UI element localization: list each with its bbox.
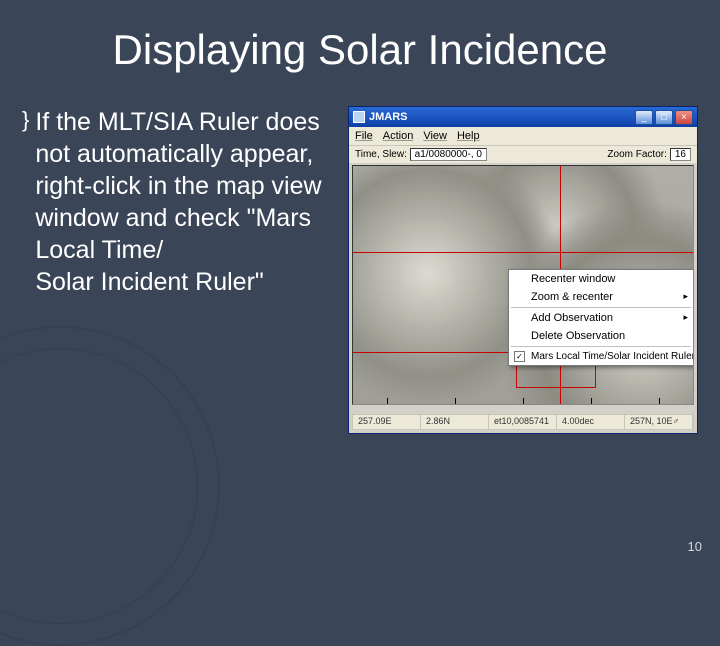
context-menu: Recenter window Zoom & recenter Add Obse… [508,269,694,366]
menu-zoom-recenter[interactable]: Zoom & recenter [509,288,693,306]
slide-number: 10 [688,539,702,554]
app-title: JMARS [369,111,631,123]
menu-help[interactable]: Help [457,130,480,142]
slide-title: Displaying Solar Incidence [0,26,720,74]
maximize-button[interactable]: □ [655,110,673,125]
app-window: JMARS _ □ × File Action View Help Time, … [348,106,698,434]
time-value[interactable]: a1/0080000-, 0 [410,148,487,161]
toolbar: Time, Slew: a1/0080000-, 0 Zoom Factor: … [349,145,697,163]
status-bar: 257.09E 2.86N et10,0085741 4.00dec 257N,… [352,414,694,430]
zoom-label: Zoom Factor: [607,149,666,160]
menu-mlt-ruler[interactable]: ✓ Mars Local Time/Solar Incident Ruler [509,348,693,365]
ruler-line-horizontal [353,252,693,253]
status-extra: 257N, 10E♂ [625,415,693,429]
time-label: Time, Slew: [355,149,407,160]
map-view[interactable]: Recenter window Zoom & recenter Add Obse… [352,165,694,405]
status-lat: 2.86N [421,415,489,429]
status-dec: 4.00dec [557,415,625,429]
menu-action[interactable]: Action [383,130,414,142]
menu-file[interactable]: File [355,130,373,142]
menu-recenter[interactable]: Recenter window [509,270,693,288]
menubar: File Action View Help [349,127,697,145]
menu-delete-observation[interactable]: Delete Observation [509,327,693,345]
menu-view[interactable]: View [423,130,447,142]
menu-separator [511,307,691,308]
status-et: et10,0085741 [489,415,557,429]
titlebar[interactable]: JMARS _ □ × [349,107,697,127]
menu-separator [511,346,691,347]
cursor-icon: ➤ [693,338,694,352]
menu-add-observation[interactable]: Add Observation [509,309,693,327]
bullet-item: } If the MLT/SIA Ruler does not automati… [22,106,338,434]
bullet-symbol: } [22,106,29,134]
bullet-text: If the MLT/SIA Ruler does not automatica… [35,106,338,298]
close-button[interactable]: × [675,110,693,125]
checkbox-icon: ✓ [514,351,525,362]
app-icon [353,111,365,123]
menu-mlt-ruler-label: Mars Local Time/Solar Incident Ruler [531,351,694,362]
zoom-value[interactable]: 16 [670,148,691,161]
minimize-button[interactable]: _ [635,110,653,125]
status-lon: 257.09E [353,415,421,429]
